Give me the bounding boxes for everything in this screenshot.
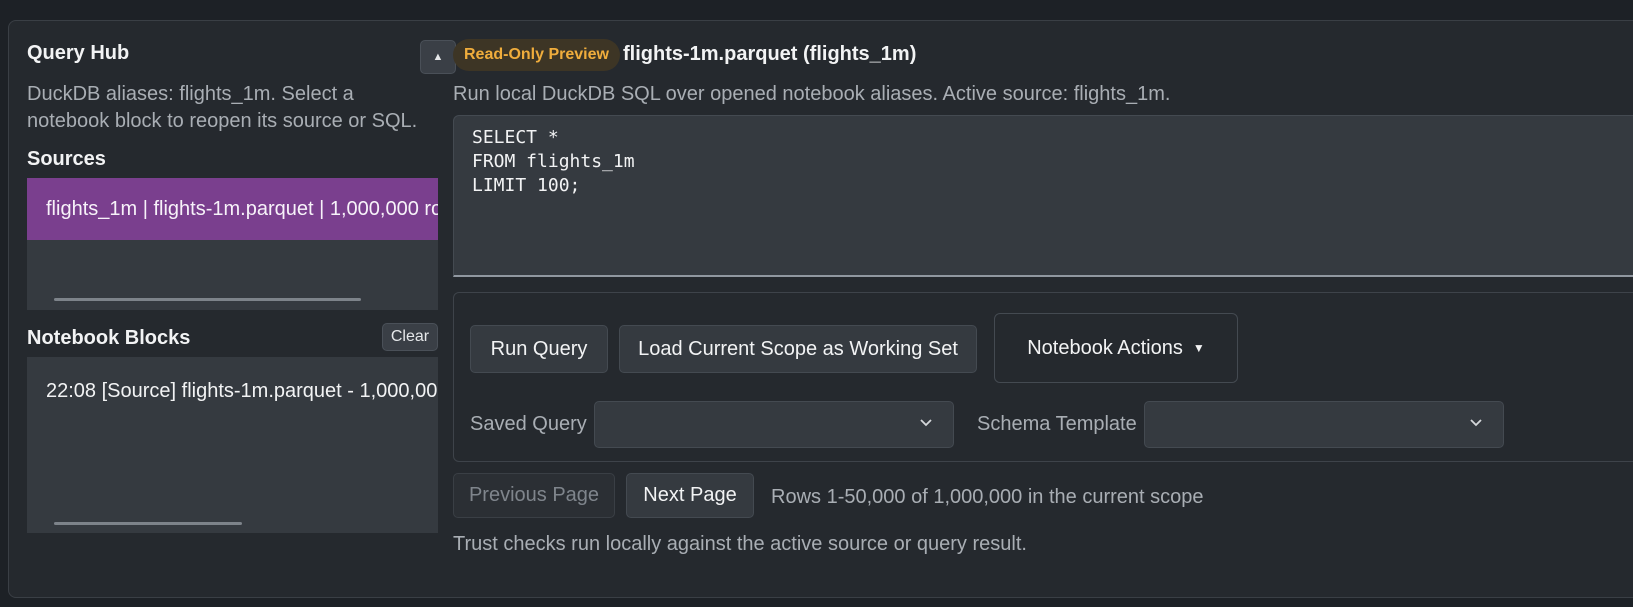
read-only-badge: Read-Only Preview [453, 39, 620, 71]
clear-notebook-button[interactable]: Clear [382, 323, 438, 351]
query-description: Run local DuckDB SQL over opened noteboo… [453, 83, 1171, 105]
sources-horizontal-scrollbar[interactable] [54, 298, 361, 301]
sources-heading: Sources [27, 148, 106, 170]
collapse-button[interactable]: ▲ [420, 40, 456, 74]
notebook-actions-button[interactable]: Notebook Actions ▼ [994, 313, 1238, 383]
notebook-blocks-heading: Notebook Blocks [27, 327, 191, 349]
chevron-up-icon: ▲ [432, 51, 444, 63]
next-page-button[interactable]: Next Page [626, 473, 754, 518]
sidebar: Query Hub ▲ DuckDB aliases: flights_1m. … [27, 21, 457, 597]
query-controls: Run Query Load Current Scope as Working … [453, 292, 1633, 462]
previous-page-button[interactable]: Previous Page [453, 473, 615, 518]
rows-status: Rows 1-50,000 of 1,000,000 in the curren… [771, 486, 1204, 508]
saved-query-select[interactable] [594, 401, 954, 448]
notebook-blocks-list[interactable]: 22:08 [Source] flights-1m.parquet - 1,00… [27, 357, 438, 533]
load-working-set-button[interactable]: Load Current Scope as Working Set [619, 325, 977, 373]
source-item-flights-1m[interactable]: flights_1m | flights-1m.parquet | 1,000,… [27, 178, 438, 240]
query-main: Read-Only Preview flights-1m.parquet (fl… [453, 21, 1633, 597]
notebook-block-item[interactable]: 22:08 [Source] flights-1m.parquet - 1,00… [46, 380, 438, 403]
chevron-down-icon [1470, 419, 1482, 427]
trust-note: Trust checks run locally against the act… [453, 533, 1027, 555]
saved-query-label: Saved Query [470, 413, 587, 435]
run-query-button[interactable]: Run Query [470, 325, 608, 373]
sidebar-title: Query Hub [27, 42, 130, 64]
notebook-actions-label: Notebook Actions [1027, 336, 1183, 359]
active-source-title: flights-1m.parquet (flights_1m) [623, 43, 917, 65]
notebook-horizontal-scrollbar[interactable] [54, 522, 242, 525]
sidebar-description: DuckDB aliases: flights_1m. Select a not… [27, 83, 418, 132]
chevron-down-icon [920, 419, 932, 427]
sql-editor[interactable]: SELECT * FROM flights_1m LIMIT 100; [453, 115, 1633, 277]
query-hub-panel: Query Hub ▲ DuckDB aliases: flights_1m. … [8, 20, 1633, 598]
schema-template-select[interactable] [1144, 401, 1504, 448]
schema-template-label: Schema Template [977, 413, 1137, 435]
caret-down-icon: ▼ [1192, 341, 1205, 355]
sources-list[interactable]: flights_1m | flights-1m.parquet | 1,000,… [27, 178, 438, 310]
